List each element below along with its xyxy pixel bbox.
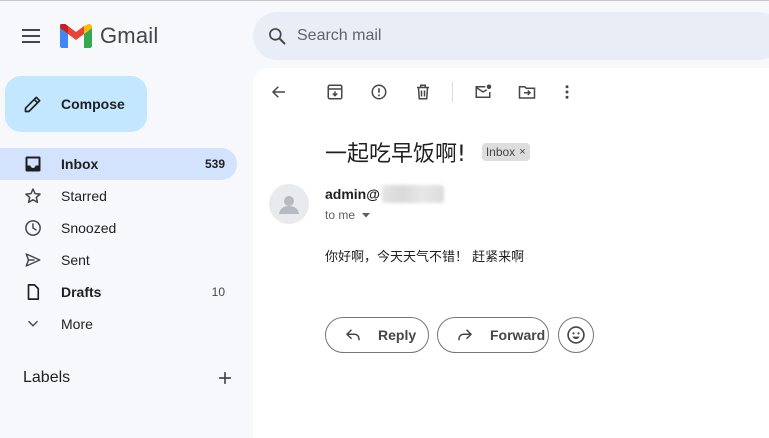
sidebar-item-inbox[interactable]: Inbox 539 [0,148,237,180]
search-icon[interactable] [267,26,287,46]
sidebar-item-label: Starred [61,188,107,204]
message-body: 你好啊，今天天气不错！ 赶紧来啊 [325,250,525,265]
remove-label-button[interactable]: × [519,146,525,158]
smiley-icon [567,326,585,344]
sidebar-item-label: More [61,316,93,332]
recipient-details-toggle[interactable]: to me [325,208,371,222]
sidebar-item-sent[interactable]: Sent [0,244,237,276]
sidebar-item-label: Sent [61,252,90,268]
send-icon [24,251,42,269]
recipient-line: to me [325,208,356,222]
sender-name[interactable]: admin@ [325,186,380,202]
inbox-label-chip[interactable]: Inbox × [481,143,530,161]
search-input[interactable] [297,27,717,45]
reply-icon [345,329,360,341]
unread-count: 539 [204,157,225,171]
caret-down-icon [362,213,371,218]
draft-count: 10 [211,285,225,299]
window-top-border [0,0,769,3]
archive-icon [327,84,343,100]
message-pane: 一起吃早饭啊! Inbox × admin@ to me 你好啊，今天天气不错！… [253,68,769,438]
sidebar-item-snoozed[interactable]: Snoozed [0,212,237,244]
report-icon [371,84,387,100]
back-button[interactable] [267,80,291,104]
move-to-button[interactable] [515,80,539,104]
add-label-icon[interactable] [215,368,235,388]
hamburger-icon [22,29,40,43]
inbox-icon [24,155,42,173]
mark-unread-icon [475,84,492,98]
person-icon [279,196,299,214]
star-icon [24,187,42,205]
draft-icon [24,283,42,301]
arrow-left-icon [271,86,285,98]
sender-line: admin@ [325,185,444,203]
app-name: Gmail [100,23,159,48]
report-spam-button[interactable] [367,80,391,104]
emoji-reaction-button[interactable] [558,317,594,353]
message-subject: 一起吃早饭啊! [325,142,466,167]
gmail-m-icon [60,24,92,48]
move-folder-icon [518,86,536,99]
mark-unread-button[interactable] [471,80,495,104]
sidebar-item-more[interactable]: More [0,308,237,340]
chip-label: Inbox [485,145,516,159]
labels-section-header: Labels [23,368,235,388]
search-bar[interactable] [253,12,769,60]
compose-label: Compose [61,96,125,112]
redacted-domain [381,185,444,203]
message-toolbar [253,80,769,104]
main-menu-button[interactable] [14,20,50,52]
subject-row: 一起吃早饭啊! Inbox × [325,136,530,168]
trash-icon [417,84,429,100]
compose-button[interactable]: Compose [5,76,147,132]
delete-button[interactable] [411,80,435,104]
gmail-logo[interactable]: Gmail [60,20,158,52]
pencil-icon [24,96,41,113]
labels-title: Labels [23,369,71,386]
forward-label: Forward [490,327,546,343]
toolbar-divider [452,82,453,102]
sender-avatar[interactable] [269,184,309,224]
archive-button[interactable] [323,80,347,104]
clock-icon [24,219,42,237]
reply-button[interactable]: Reply [325,317,429,353]
sidebar-item-label: Drafts [61,284,102,300]
sidebar-item-label: Snoozed [61,220,117,236]
forward-icon [458,329,473,341]
sidebar-nav: Inbox 539 Starred Snoozed Sent Drafts 10… [0,148,240,340]
reply-label: Reply [378,327,417,343]
sidebar-item-drafts[interactable]: Drafts 10 [0,276,237,308]
forward-button[interactable]: Forward [437,317,549,353]
sidebar-item-starred[interactable]: Starred [0,180,237,212]
more-vert-icon [565,85,569,99]
more-options-button[interactable] [555,80,579,104]
chevron-down-icon [24,315,42,333]
sidebar-item-label: Inbox [61,156,99,172]
